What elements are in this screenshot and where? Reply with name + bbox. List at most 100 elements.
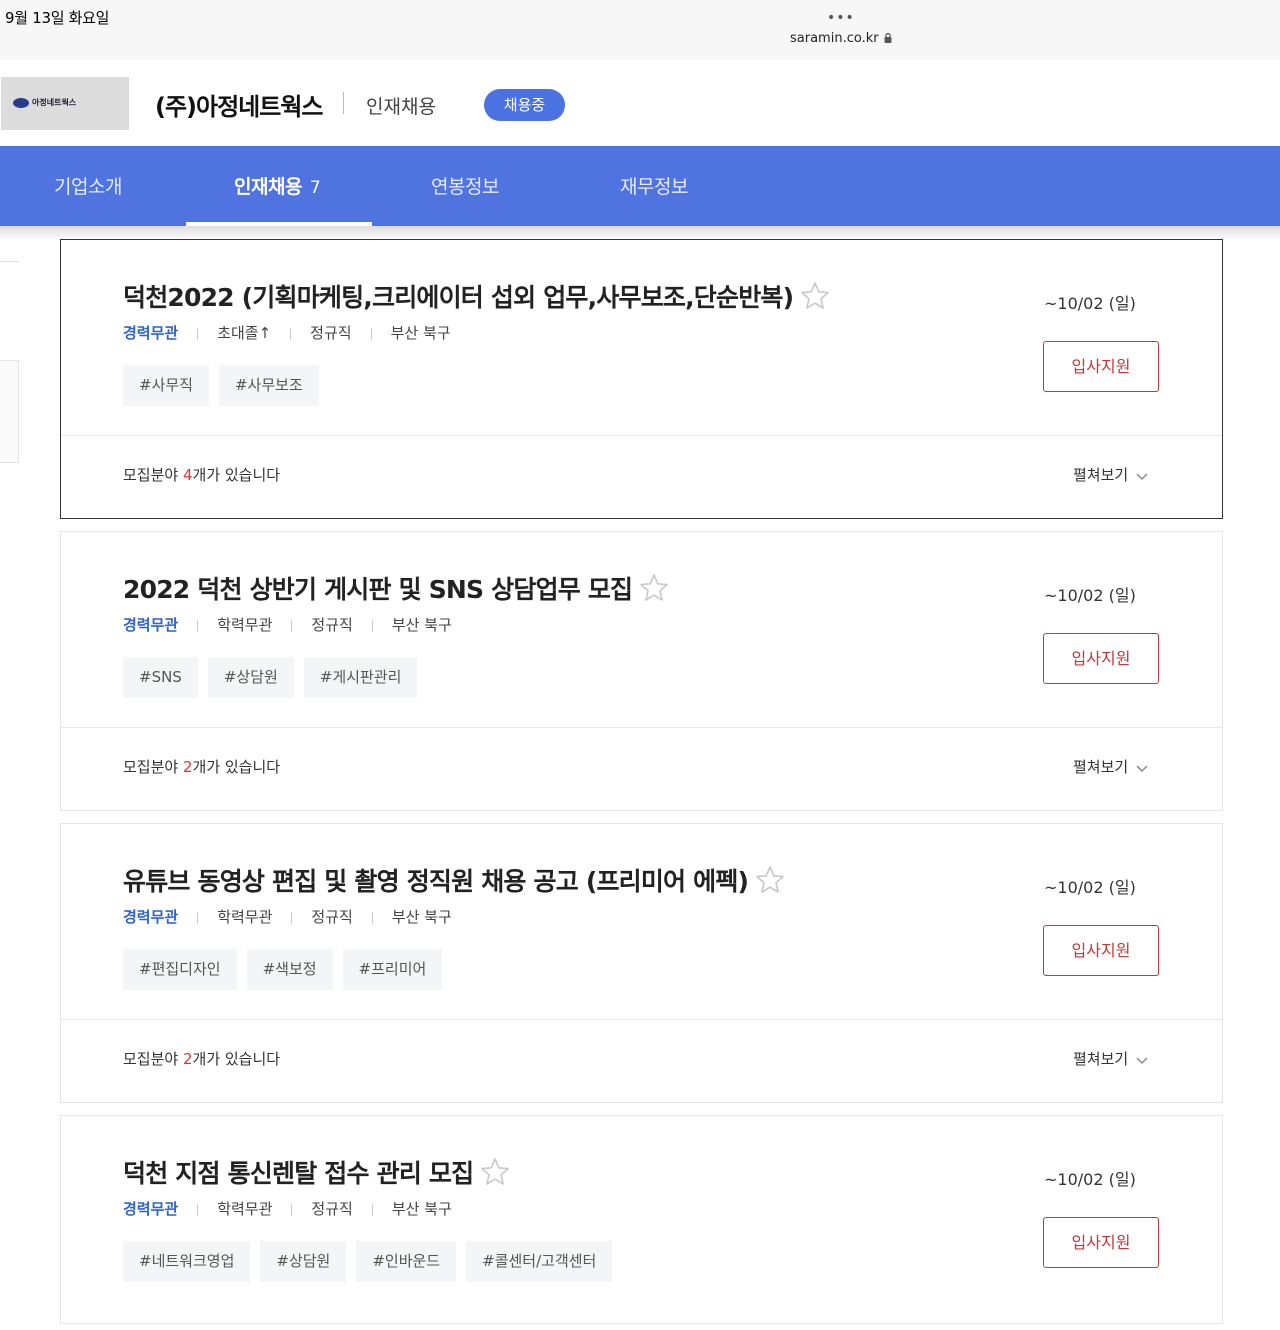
job-card[interactable]: 2022 덕천 상반기 게시판 및 SNS 상담업무 모집 경력무관 학력무관 정규…: [60, 531, 1223, 811]
job-title[interactable]: 덕천 지점 통신렌탈 접수 관리 모집: [123, 1154, 511, 1191]
recruit-fields-summary: 모집분야 2개가 있습니다: [123, 756, 280, 777]
more-dots-icon[interactable]: •••: [827, 10, 855, 26]
job-title[interactable]: 2022 덕천 상반기 게시판 및 SNS 상담업무 모집: [123, 570, 670, 607]
star-icon[interactable]: [638, 572, 670, 604]
tab-company-intro[interactable]: 기업소개: [54, 172, 122, 199]
recruit-fields-summary: 모집분야 2개가 있습니다: [123, 1048, 280, 1069]
fields-prefix: 모집분야: [123, 758, 183, 776]
fields-count: 2: [182, 758, 193, 776]
header-divider: [343, 92, 344, 114]
fields-suffix: 개가 있습니다: [192, 466, 281, 484]
side-panel-edge: [0, 360, 19, 463]
meta-separator: [371, 1203, 373, 1216]
fields-suffix: 개가 있습니다: [192, 1050, 281, 1068]
job-tag[interactable]: #프리미어: [342, 949, 443, 990]
logo-dot-icon: [13, 97, 29, 108]
fields-count: 4: [182, 466, 193, 484]
job-tags: #사무직 #사무보조: [123, 365, 319, 406]
meta-separator: [371, 619, 373, 632]
job-location: 부산 북구: [391, 1200, 452, 1218]
tab-label: 인재채용: [234, 176, 302, 198]
education-condition: 학력무관: [217, 616, 273, 634]
company-logo[interactable]: 아정네트웍스: [1, 77, 129, 130]
job-tags: #SNS #상담원 #게시판관리: [123, 657, 418, 698]
fields-count: 2: [182, 1050, 193, 1068]
meta-separator: [197, 1203, 199, 1216]
job-title[interactable]: 덕천2022 (기획마케팅,크리에이터 섭외 업무,사무보조,단순반복): [123, 278, 831, 315]
employment-type: 정규직: [310, 324, 352, 342]
tab-salary-info[interactable]: 연봉정보: [431, 172, 499, 199]
job-card[interactable]: 덕천2022 (기획마케팅,크리에이터 섭외 업무,사무보조,단순반복) 경력무…: [60, 239, 1223, 519]
job-tag[interactable]: #색보정: [246, 949, 333, 990]
job-tag[interactable]: #사무직: [123, 365, 209, 406]
job-meta: 경력무관 학력무관 정규직 부산 북구: [123, 906, 452, 927]
company-subtitle: 인재채용: [366, 96, 436, 118]
status-date: 9월 13일 화요일: [5, 9, 110, 27]
apply-button[interactable]: 입사지원: [1043, 341, 1159, 392]
job-deadline: ~10/02 (일): [1044, 294, 1136, 313]
expand-button[interactable]: 펼쳐보기: [1073, 756, 1148, 777]
meta-separator: [370, 327, 372, 340]
star-icon[interactable]: [479, 1156, 511, 1188]
tab-count: 7: [309, 178, 321, 198]
tab-recruitment[interactable]: 인재채용 7: [234, 172, 321, 199]
apply-button[interactable]: 입사지원: [1043, 633, 1159, 684]
employment-type: 정규직: [311, 908, 353, 926]
logo-text: 아정네트웍스: [32, 98, 77, 107]
job-title[interactable]: 유튜브 동영상 편집 및 촬영 정직원 채용 공고 (프리미어 에펙): [123, 862, 786, 899]
expand-label: 펼쳐보기: [1073, 466, 1129, 484]
job-tag[interactable]: #인바운드: [356, 1241, 457, 1282]
tab-finance-info[interactable]: 재무정보: [620, 172, 688, 199]
job-deadline: ~10/02 (일): [1044, 586, 1136, 605]
job-tag[interactable]: #편집디자인: [123, 949, 237, 990]
url-text: saramin.co.kr: [790, 31, 879, 46]
job-tag[interactable]: #네트워크영업: [123, 1241, 251, 1282]
job-card[interactable]: 유튜브 동영상 편집 및 촬영 정직원 채용 공고 (프리미어 에펙) 경력무관…: [60, 823, 1223, 1103]
job-tag[interactable]: #SNS: [123, 657, 198, 698]
tab-label: 재무정보: [620, 176, 688, 198]
job-tag[interactable]: #콜센터/고객센터: [466, 1241, 613, 1282]
career-condition: 경력무관: [123, 1200, 179, 1218]
job-location: 부산 북구: [391, 616, 452, 634]
job-location: 부산 북구: [390, 324, 451, 342]
apply-button[interactable]: 입사지원: [1043, 925, 1159, 976]
job-tag[interactable]: #상담원: [260, 1241, 347, 1282]
job-card[interactable]: 덕천 지점 통신렌탈 접수 관리 모집 경력무관 학력무관 정규직 부산 북구 #네트…: [60, 1115, 1223, 1324]
meta-separator: [197, 911, 199, 924]
employment-type: 정규직: [311, 1200, 353, 1218]
card-divider: [61, 1019, 1222, 1020]
job-tag[interactable]: #상담원: [207, 657, 294, 698]
expand-button[interactable]: 펼쳐보기: [1073, 464, 1148, 485]
star-icon[interactable]: [799, 280, 831, 312]
job-title-text: 유튜브 동영상 편집 및 촬영 정직원 채용 공고 (프리미어 에펙): [123, 867, 749, 896]
job-tags: #편집디자인 #색보정 #프리미어: [123, 949, 443, 990]
job-tag[interactable]: #게시판관리: [303, 657, 418, 698]
job-title-text: 덕천 지점 통신렌탈 접수 관리 모집: [123, 1159, 474, 1188]
card-divider: [61, 435, 1222, 436]
job-deadline: ~10/02 (일): [1044, 1170, 1136, 1189]
tab-label: 기업소개: [54, 176, 122, 198]
apply-button[interactable]: 입사지원: [1043, 1217, 1159, 1268]
employment-type: 정규직: [311, 616, 353, 634]
job-title-text: 덕천2022 (기획마케팅,크리에이터 섭외 업무,사무보조,단순반복): [123, 283, 794, 312]
chevron-down-icon: [1136, 765, 1148, 773]
meta-separator: [197, 619, 199, 632]
job-tags: #네트워크영업 #상담원 #인바운드 #콜센터/고객센터: [123, 1241, 613, 1282]
career-condition: 경력무관: [123, 908, 179, 926]
career-condition: 경력무관: [123, 616, 179, 634]
job-location: 부산 북구: [391, 908, 452, 926]
address-url[interactable]: saramin.co.kr: [790, 31, 892, 46]
company-name[interactable]: (주)아정네트웍스: [155, 87, 323, 122]
card-divider: [61, 727, 1222, 728]
chevron-down-icon: [1136, 1057, 1148, 1065]
expand-label: 펼쳐보기: [1073, 758, 1129, 776]
expand-label: 펼쳐보기: [1073, 1050, 1129, 1068]
expand-button[interactable]: 펼쳐보기: [1073, 1048, 1148, 1069]
company-nav: 기업소개 인재채용 7 연봉정보 재무정보: [0, 146, 1280, 226]
star-icon[interactable]: [754, 864, 786, 896]
job-tag[interactable]: #사무보조: [218, 365, 319, 406]
tab-label: 연봉정보: [431, 176, 499, 198]
status-bar: 9월 13일 화요일 ••• saramin.co.kr: [0, 0, 1280, 60]
company-header: 아정네트웍스 (주)아정네트웍스 인재채용 채용중: [0, 60, 1280, 146]
fields-prefix: 모집분야: [123, 466, 183, 484]
